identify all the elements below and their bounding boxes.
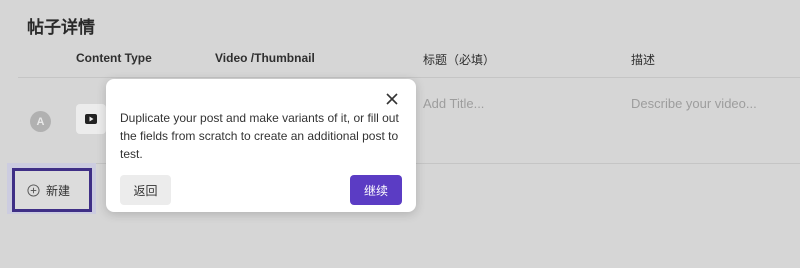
avatar: A bbox=[30, 111, 51, 132]
column-header-content-type: Content Type bbox=[76, 51, 152, 65]
header-divider bbox=[18, 77, 800, 78]
new-button-label: 新建 bbox=[46, 183, 71, 198]
youtube-icon bbox=[85, 114, 97, 124]
popover-message: Duplicate your post and make variants of… bbox=[120, 111, 399, 161]
new-button[interactable]: 新建 bbox=[12, 168, 92, 212]
column-header-video-thumbnail: Video /Thumbnail bbox=[215, 51, 315, 65]
plus-circle-icon bbox=[27, 183, 40, 197]
description-input[interactable]: Describe your video... bbox=[631, 96, 757, 111]
title-input[interactable]: Add Title... bbox=[423, 96, 484, 111]
duplicate-post-popover: Duplicate your post and make variants of… bbox=[106, 79, 416, 212]
close-icon[interactable] bbox=[385, 92, 399, 106]
page-title: 帖子详情 bbox=[27, 18, 95, 37]
continue-button[interactable]: 继续 bbox=[350, 175, 402, 205]
column-header-description: 描述 bbox=[631, 53, 656, 67]
column-header-title: 标题（必填） bbox=[423, 53, 496, 67]
content-type-selector[interactable] bbox=[76, 104, 106, 134]
back-button[interactable]: 返回 bbox=[120, 175, 171, 205]
